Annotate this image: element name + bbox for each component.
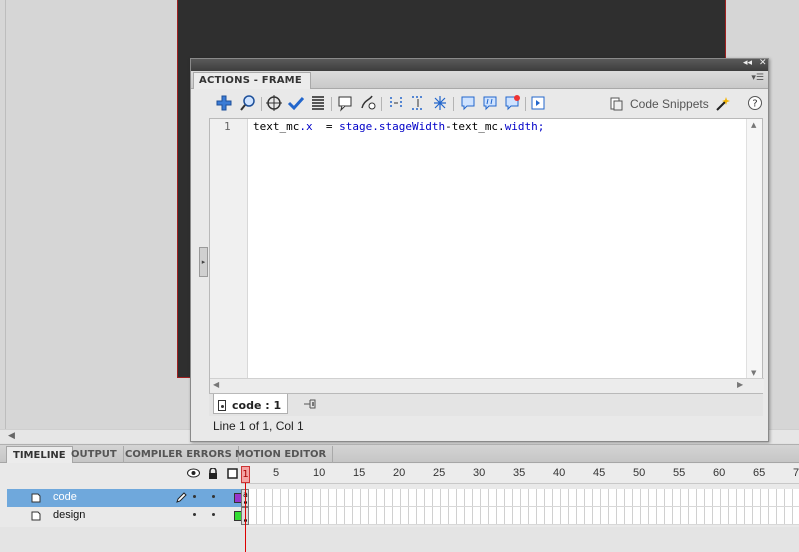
ruler-label: 40 [553,467,566,479]
code-token: .x [299,120,313,133]
layer-row-design[interactable]: design [0,507,799,525]
panel-title-bar[interactable]: ◂◂ ✕ [191,58,768,71]
editor-vertical-scrollbar[interactable]: ▲ ▼ [746,119,762,379]
code-line[interactable]: text_mc.x = stage.stageWidth-text_mc.wid… [253,120,544,133]
scroll-down-arrow-icon[interactable]: ▼ [751,369,756,377]
layer-name-cell[interactable]: code [7,489,244,507]
frame-row[interactable] [241,489,799,507]
apply-block-comment-icon[interactable] [459,94,477,112]
status-bar: Line 1 of 1, Col 1 [213,419,304,433]
collapse-selection-icon[interactable] [409,94,427,112]
code-snippets-icon [610,97,623,111]
actions-panel: ◂◂ ✕ ACTIONS - FRAME ▾☰ Code Snippets ? … [190,58,769,442]
tab-timeline[interactable]: TIMELINE [6,446,73,463]
show-hide-toolbox-icon[interactable] [529,94,547,112]
code-token: width; [504,120,545,133]
scroll-left-arrow-icon[interactable]: ◀ [213,380,219,389]
layer-name-cell[interactable]: design [7,507,244,525]
close-panel-icon[interactable]: ✕ [759,58,767,68]
outline-icon[interactable] [227,468,238,479]
scroll-right-arrow-icon[interactable]: ▶ [737,380,743,389]
ruler-label: 30 [473,467,486,479]
timeline-panel: TIMELINE OUTPUT COMPILER ERRORS MOTION E… [0,444,799,552]
ruler-label: 45 [593,467,606,479]
script-tab-label: code : 1 [232,398,282,412]
tab-motion-editor[interactable]: MOTION EDITOR [229,446,334,463]
ruler-label: 60 [713,467,726,479]
debug-options-icon[interactable] [359,94,377,112]
tab-compiler-errors[interactable]: COMPILER ERRORS [119,446,239,463]
frame-row[interactable] [241,507,799,525]
collapse-between-braces-icon[interactable] [387,94,405,112]
ruler-label: 55 [673,467,686,479]
ruler-label: 5 [273,467,280,479]
lock-icon[interactable] [208,468,218,479]
check-syntax-icon[interactable] [287,94,305,112]
line-number: 1 [224,120,231,133]
timeline-tab-bar: TIMELINE OUTPUT COMPILER ERRORS MOTION E… [0,445,799,463]
svg-text:?: ? [752,99,757,110]
visibility-dot[interactable] [193,495,196,498]
script-editor[interactable]: 1 text_mc.x = stage.stageWidth-text_mc.w… [209,118,764,394]
ruler-label: 35 [513,467,526,479]
script-document-icon [218,399,226,411]
show-code-hint-icon[interactable] [337,94,355,112]
ruler-label: 25 [433,467,446,479]
scroll-up-arrow-icon[interactable]: ▲ [751,121,756,129]
panel-menu-icon[interactable]: ▾☰ [751,73,764,83]
layer-icon [31,511,41,521]
insert-target-path-icon[interactable] [265,94,283,112]
wizard-wand-icon [716,97,730,111]
code-token: text_mc [253,120,300,133]
eye-icon[interactable] [187,468,200,478]
playhead[interactable]: 1 [241,466,250,483]
ruler-label: 15 [353,467,366,479]
ruler-label: 65 [753,467,766,479]
pencil-icon [176,492,187,503]
script-tab[interactable]: code : 1 [213,394,289,414]
ruler-label: 10 [313,467,326,479]
actions-frame-tab[interactable]: ACTIONS - FRAME [193,72,311,89]
layer-row-code[interactable]: code [0,489,799,507]
apply-line-comment-icon[interactable] [481,94,499,112]
expand-all-icon[interactable] [431,94,449,112]
code-snippets-label: Code Snippets [630,97,709,111]
code-snippets-button[interactable]: Code Snippets [609,95,730,113]
actions-toolbar: Code Snippets ? [205,91,765,117]
playhead-line [245,483,246,552]
lock-dot[interactable] [212,495,215,498]
layer-name: code [53,491,77,503]
ruler-label: 50 [633,467,646,479]
panel-tab-bar: ACTIONS - FRAME ▾☰ [191,71,768,89]
help-icon[interactable]: ? [747,95,763,111]
editor-horizontal-scrollbar[interactable]: ◀ ▶ [210,378,764,393]
find-icon[interactable] [239,94,257,112]
visibility-dot[interactable] [193,513,196,516]
pin-script-icon[interactable] [303,398,317,410]
ruler-label: 7 [793,467,799,479]
scroll-left-arrow-icon[interactable]: ◀ [8,431,15,441]
collapse-panel-icon[interactable]: ◂◂ [743,58,752,68]
tab-output[interactable]: OUTPUT [65,446,124,463]
toolbox-collapse-handle[interactable]: ▸ [199,247,208,277]
layer-icon [31,493,41,503]
lock-dot[interactable] [212,513,215,516]
remove-comment-icon[interactable] [503,94,521,112]
code-token: = [312,120,340,133]
ruler-label: 20 [393,467,406,479]
script-tab-bar: code : 1 [209,394,763,416]
timeline-empty-area [0,527,799,552]
layer-name: design [53,509,86,521]
code-token: stage.stageWidth [339,120,446,133]
auto-format-icon[interactable] [309,94,327,112]
code-token: -text_mc. [445,120,505,133]
line-number-gutter: 1 [210,119,248,379]
add-statement-icon[interactable] [215,94,233,112]
workspace-guide [5,0,6,430]
frame-ruler[interactable]: 5 10 15 20 25 30 35 40 45 50 55 60 65 7 [241,464,799,484]
